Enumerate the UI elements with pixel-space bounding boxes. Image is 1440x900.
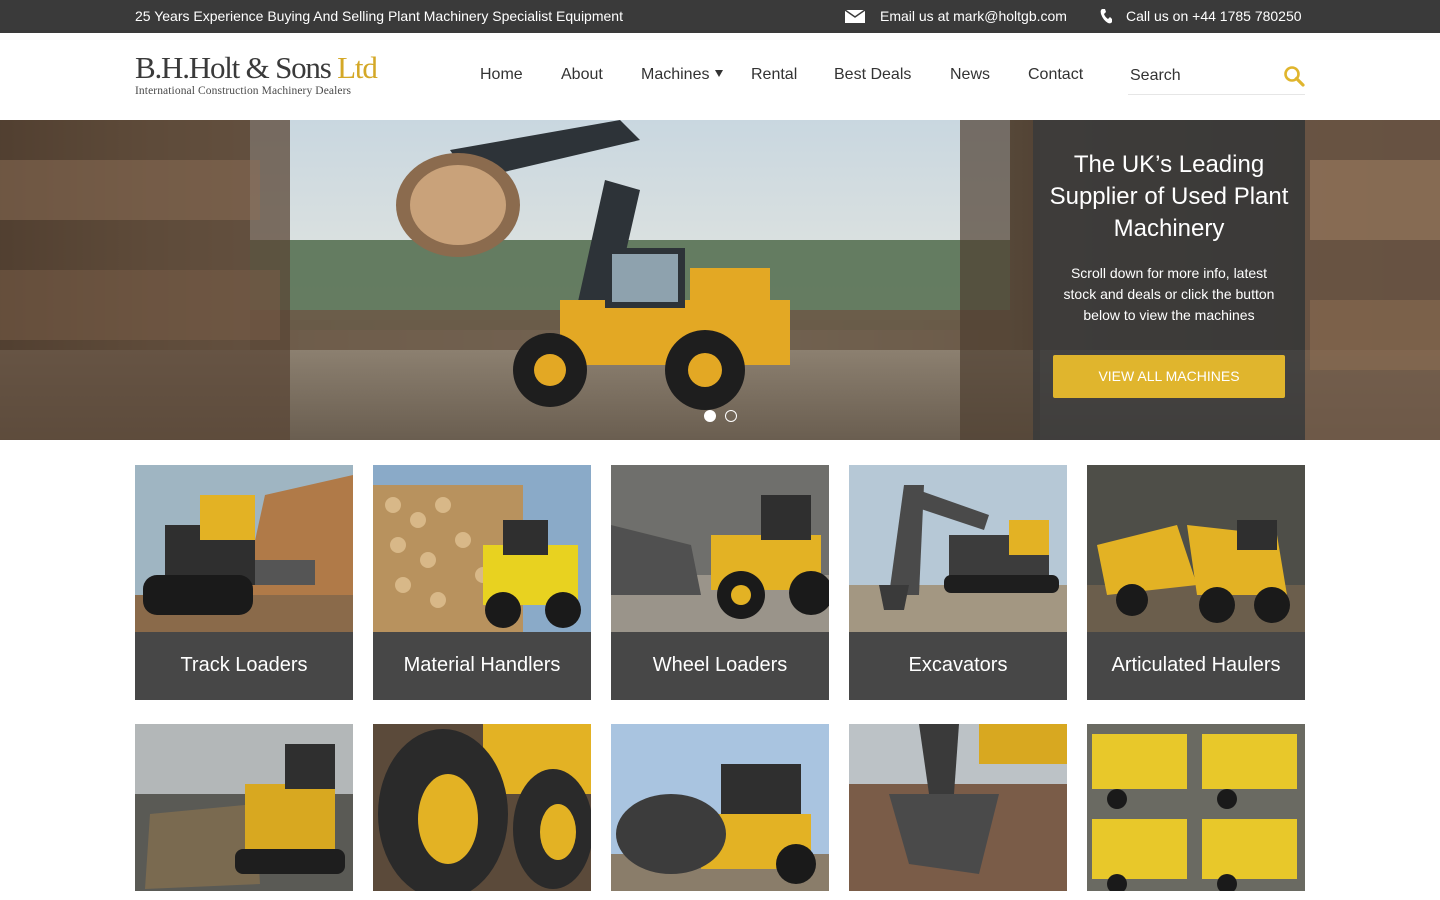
nav-machines[interactable]: Machines	[641, 66, 709, 84]
tagline: 25 Years Experience Buying And Selling P…	[135, 8, 623, 24]
search-icon[interactable]	[1283, 65, 1305, 87]
tyres-image	[373, 724, 591, 891]
track-loader-image	[135, 465, 353, 632]
nav-contact[interactable]: Contact	[1028, 66, 1083, 84]
logo-subtitle: International Construction Machinery Dea…	[135, 85, 352, 97]
phone-icon	[1100, 9, 1112, 24]
hero-title: The UK’s Leading Supplier of Used Plant …	[1049, 151, 1289, 242]
chevron-down-icon[interactable]	[715, 70, 723, 77]
slider-dot-1[interactable]	[704, 410, 716, 422]
nav-about[interactable]: About	[561, 66, 603, 84]
phone-text: Call us on +44 1785 780250	[1126, 8, 1302, 24]
wheel-loader-image	[611, 465, 829, 632]
category-label: Articulated Haulers	[1087, 632, 1305, 700]
nav-rental[interactable]: Rental	[751, 66, 797, 84]
material-handler-image	[373, 465, 591, 632]
roller-image	[611, 724, 829, 891]
articulated-hauler-image	[1087, 465, 1305, 632]
email-link[interactable]: Email us at mark@holtgb.com	[845, 8, 1067, 24]
dozer-image	[135, 724, 353, 891]
slider-dots	[704, 410, 737, 422]
excavator-image	[849, 465, 1067, 632]
haulers-fleet-image	[1087, 724, 1305, 891]
hero-text: Scroll down for more info, latest stock …	[1063, 265, 1275, 323]
slider-dot-2[interactable]	[725, 410, 737, 422]
bucket-image	[849, 724, 1067, 891]
site-logo[interactable]: B.H.Holt & Sons Ltd International Constr…	[135, 50, 378, 98]
category-label: Excavators	[849, 632, 1067, 700]
category-label: Wheel Loaders	[611, 632, 829, 700]
logo-name: B.H.Holt & Sons Ltd	[135, 50, 378, 85]
phone-link[interactable]: Call us on +44 1785 780250	[1100, 8, 1302, 24]
hero-slider[interactable]: The UK’s Leading Supplier of Used Plant …	[0, 120, 1440, 440]
view-all-machines-button[interactable]: VIEW ALL MACHINES	[1053, 355, 1285, 398]
nav-best-deals[interactable]: Best Deals	[834, 66, 911, 84]
top-bar: 25 Years Experience Buying And Selling P…	[0, 0, 1440, 33]
hero-panel: The UK’s Leading Supplier of Used Plant …	[1033, 120, 1305, 440]
site-header: B.H.Holt & Sons Ltd International Constr…	[0, 33, 1440, 120]
category-label: Track Loaders	[135, 632, 353, 700]
envelope-icon	[845, 9, 865, 23]
nav-home[interactable]: Home	[480, 66, 523, 84]
category-label: Material Handlers	[373, 632, 591, 700]
nav-news[interactable]: News	[950, 66, 990, 84]
search-box	[1128, 57, 1305, 95]
search-input[interactable]	[1130, 67, 1280, 85]
email-text: Email us at mark@holtgb.com	[880, 8, 1067, 24]
